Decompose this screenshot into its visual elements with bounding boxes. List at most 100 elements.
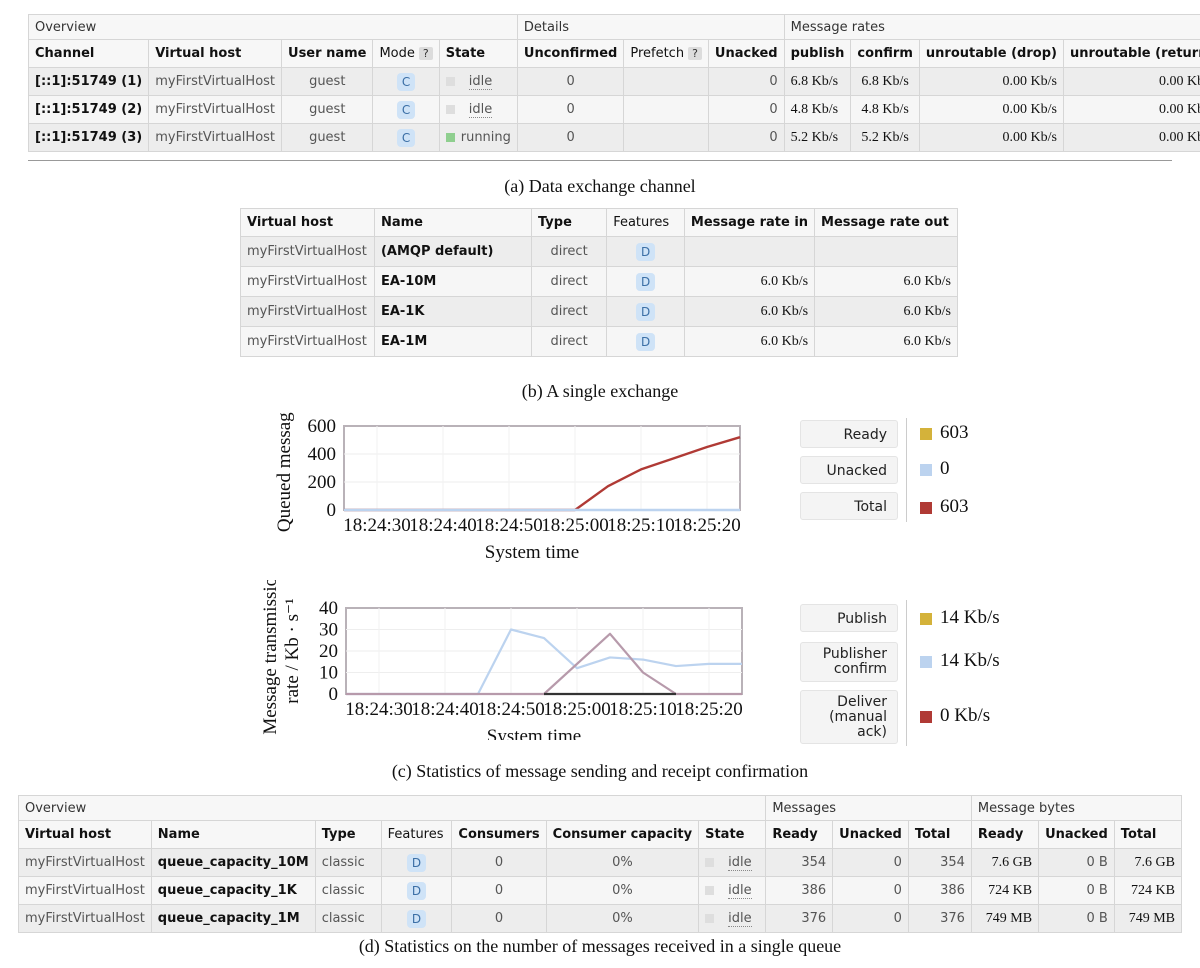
state-cell: idle (698, 876, 767, 905)
col-prefetch[interactable]: Prefetch? (623, 39, 709, 68)
col-features[interactable]: Features (380, 820, 453, 849)
col-name[interactable]: Name (373, 208, 532, 237)
group-overview: Overview (28, 14, 518, 40)
col-type[interactable]: Type (314, 820, 382, 849)
col-unacked[interactable]: Unacked (707, 39, 785, 68)
group-message-rates: Message rates (783, 14, 1200, 40)
queue-link[interactable]: queue_capacity_10M (150, 848, 316, 877)
table-row[interactable]: [::1]:51749 (1) myFirstVirtualHost guest… (27, 67, 1200, 96)
col-bytes-ready[interactable]: Ready (970, 820, 1040, 849)
col-channel[interactable]: Channel (27, 39, 150, 68)
rate-in-cell: 6.0 Kb/s (683, 296, 816, 327)
bytes-total-cell: 749 MB (1113, 904, 1183, 933)
state-text: idle (468, 102, 493, 118)
col-state[interactable]: State (438, 39, 518, 68)
exchange-link[interactable]: EA-1M (373, 326, 532, 357)
col-total[interactable]: Total (907, 820, 972, 849)
col-rate-out[interactable]: Message rate out (814, 208, 958, 237)
col-virtual-host[interactable]: Virtual host (148, 39, 283, 68)
legend-deliver-number: 0 Kb/s (940, 705, 991, 726)
bytes-ready-cell: 749 MB (970, 904, 1040, 933)
table-row[interactable]: myFirstVirtualHost queue_capacity_10M cl… (18, 848, 1183, 877)
ready-cell: 386 (765, 876, 834, 905)
channel-link[interactable]: [::1]:51749 (1) (27, 67, 150, 96)
prefetch-cell (623, 67, 709, 96)
y-tick-label: 40 (319, 598, 338, 619)
col-unconfirmed[interactable]: Unconfirmed (516, 39, 625, 68)
legend-unacked-value: 0 (920, 458, 950, 480)
confirm-cell: 5.2 Kb/s (850, 123, 920, 152)
features-cell: D (380, 904, 453, 933)
ready-swatch-icon (920, 427, 932, 440)
queue-link[interactable]: queue_capacity_1M (150, 904, 316, 933)
x-tick-label: 18:24:40 (409, 515, 477, 536)
y-tick-label: 0 (329, 684, 339, 705)
table-row[interactable]: myFirstVirtualHost queue_capacity_1M cla… (18, 904, 1183, 933)
table-row[interactable]: myFirstVirtualHost queue_capacity_1K cla… (18, 876, 1183, 905)
table-row[interactable]: myFirstVirtualHost EA-1K direct D 6.0 Kb… (240, 296, 958, 327)
channel-link[interactable]: [::1]:51749 (2) (27, 95, 150, 124)
col-unroutable-drop[interactable]: unroutable (drop) (918, 39, 1064, 68)
col-publish[interactable]: publish (783, 39, 852, 68)
table-row[interactable]: [::1]:51749 (3) myFirstVirtualHost guest… (27, 123, 1200, 152)
total-cell: 376 (907, 904, 972, 933)
table-row[interactable]: myFirstVirtualHost EA-1M direct D 6.0 Kb… (240, 326, 958, 357)
vhost-cell: myFirstVirtualHost (18, 904, 152, 933)
prefetch-cell (623, 123, 709, 152)
vhost-cell: myFirstVirtualHost (148, 67, 283, 96)
legend-deliver-value: 0 Kb/s (920, 705, 990, 727)
col-ready[interactable]: Ready (765, 820, 834, 849)
exchange-link[interactable]: EA-1K (373, 296, 532, 327)
col-rate-in[interactable]: Message rate in (683, 208, 816, 237)
col-user-name[interactable]: User name (281, 39, 374, 68)
queued-messages-chart: 020040060018:24:3018:24:4018:24:5018:25:… (274, 412, 741, 562)
features-cell: D (380, 848, 453, 877)
help-icon[interactable]: ? (688, 47, 702, 60)
col-mode[interactable]: Mode? (372, 39, 440, 68)
unconfirmed-cell: 0 (516, 67, 625, 96)
capacity-cell: 0% (545, 876, 700, 905)
features-cell: D (380, 876, 453, 905)
help-icon[interactable]: ? (418, 47, 433, 60)
col-features[interactable]: Features (606, 208, 685, 237)
table-row[interactable]: [::1]:51749 (2) myFirstVirtualHost guest… (27, 95, 1200, 124)
exchange-link[interactable]: (AMQP default) (373, 236, 532, 267)
y-tick-label: 20 (319, 641, 338, 662)
vhost-cell: myFirstVirtualHost (240, 296, 375, 327)
divider (28, 160, 1172, 161)
col-virtual-host[interactable]: Virtual host (240, 208, 375, 237)
type-cell: direct (530, 236, 608, 267)
col-type[interactable]: Type (530, 208, 608, 237)
channel-link[interactable]: [::1]:51749 (3) (27, 123, 150, 152)
exchange-link[interactable]: EA-10M (373, 266, 532, 297)
queue-link[interactable]: queue_capacity_1K (150, 876, 316, 905)
table-row[interactable]: myFirstVirtualHost (AMQP default) direct… (240, 236, 958, 267)
col-consumers[interactable]: Consumers (451, 820, 547, 849)
ready-cell: 354 (765, 848, 834, 877)
mode-badge: C (396, 72, 416, 91)
table-row[interactable]: myFirstVirtualHost EA-10M direct D 6.0 K… (240, 266, 958, 297)
legend-ready-value: 603 (920, 422, 969, 444)
y-axis-label: Message transmission rate / Kb · s⁻¹ (260, 580, 303, 735)
plot-area (343, 425, 741, 511)
legend-total-value: 603 (920, 496, 969, 518)
col-bytes-total[interactable]: Total (1113, 820, 1183, 849)
legend-publisher-confirm-line2: confirm (833, 661, 887, 677)
legend-publisher-confirm-value: 14 Kb/s (920, 650, 1000, 672)
col-virtual-host[interactable]: Virtual host (18, 820, 152, 849)
total-swatch-icon (920, 501, 932, 514)
col-state[interactable]: State (698, 820, 767, 849)
mode-cell: C (372, 123, 440, 152)
col-bytes-unacked[interactable]: Unacked (1038, 820, 1115, 849)
col-consumer-capacity[interactable]: Consumer capacity (545, 820, 700, 849)
col-name[interactable]: Name (150, 820, 316, 849)
unacked-cell: 0 (707, 95, 785, 124)
bytes-ready-cell: 7.6 GB (970, 848, 1040, 877)
col-unroutable-return[interactable]: unroutable (return) (1062, 39, 1200, 68)
confirm-cell: 4.8 Kb/s (850, 95, 920, 124)
queues-table: Overview Messages Message bytes Virtual … (17, 795, 1183, 933)
col-confirm[interactable]: confirm (850, 39, 920, 68)
col-unacked[interactable]: Unacked (832, 820, 909, 849)
vhost-cell: myFirstVirtualHost (240, 326, 375, 357)
user-cell: guest (281, 67, 374, 96)
